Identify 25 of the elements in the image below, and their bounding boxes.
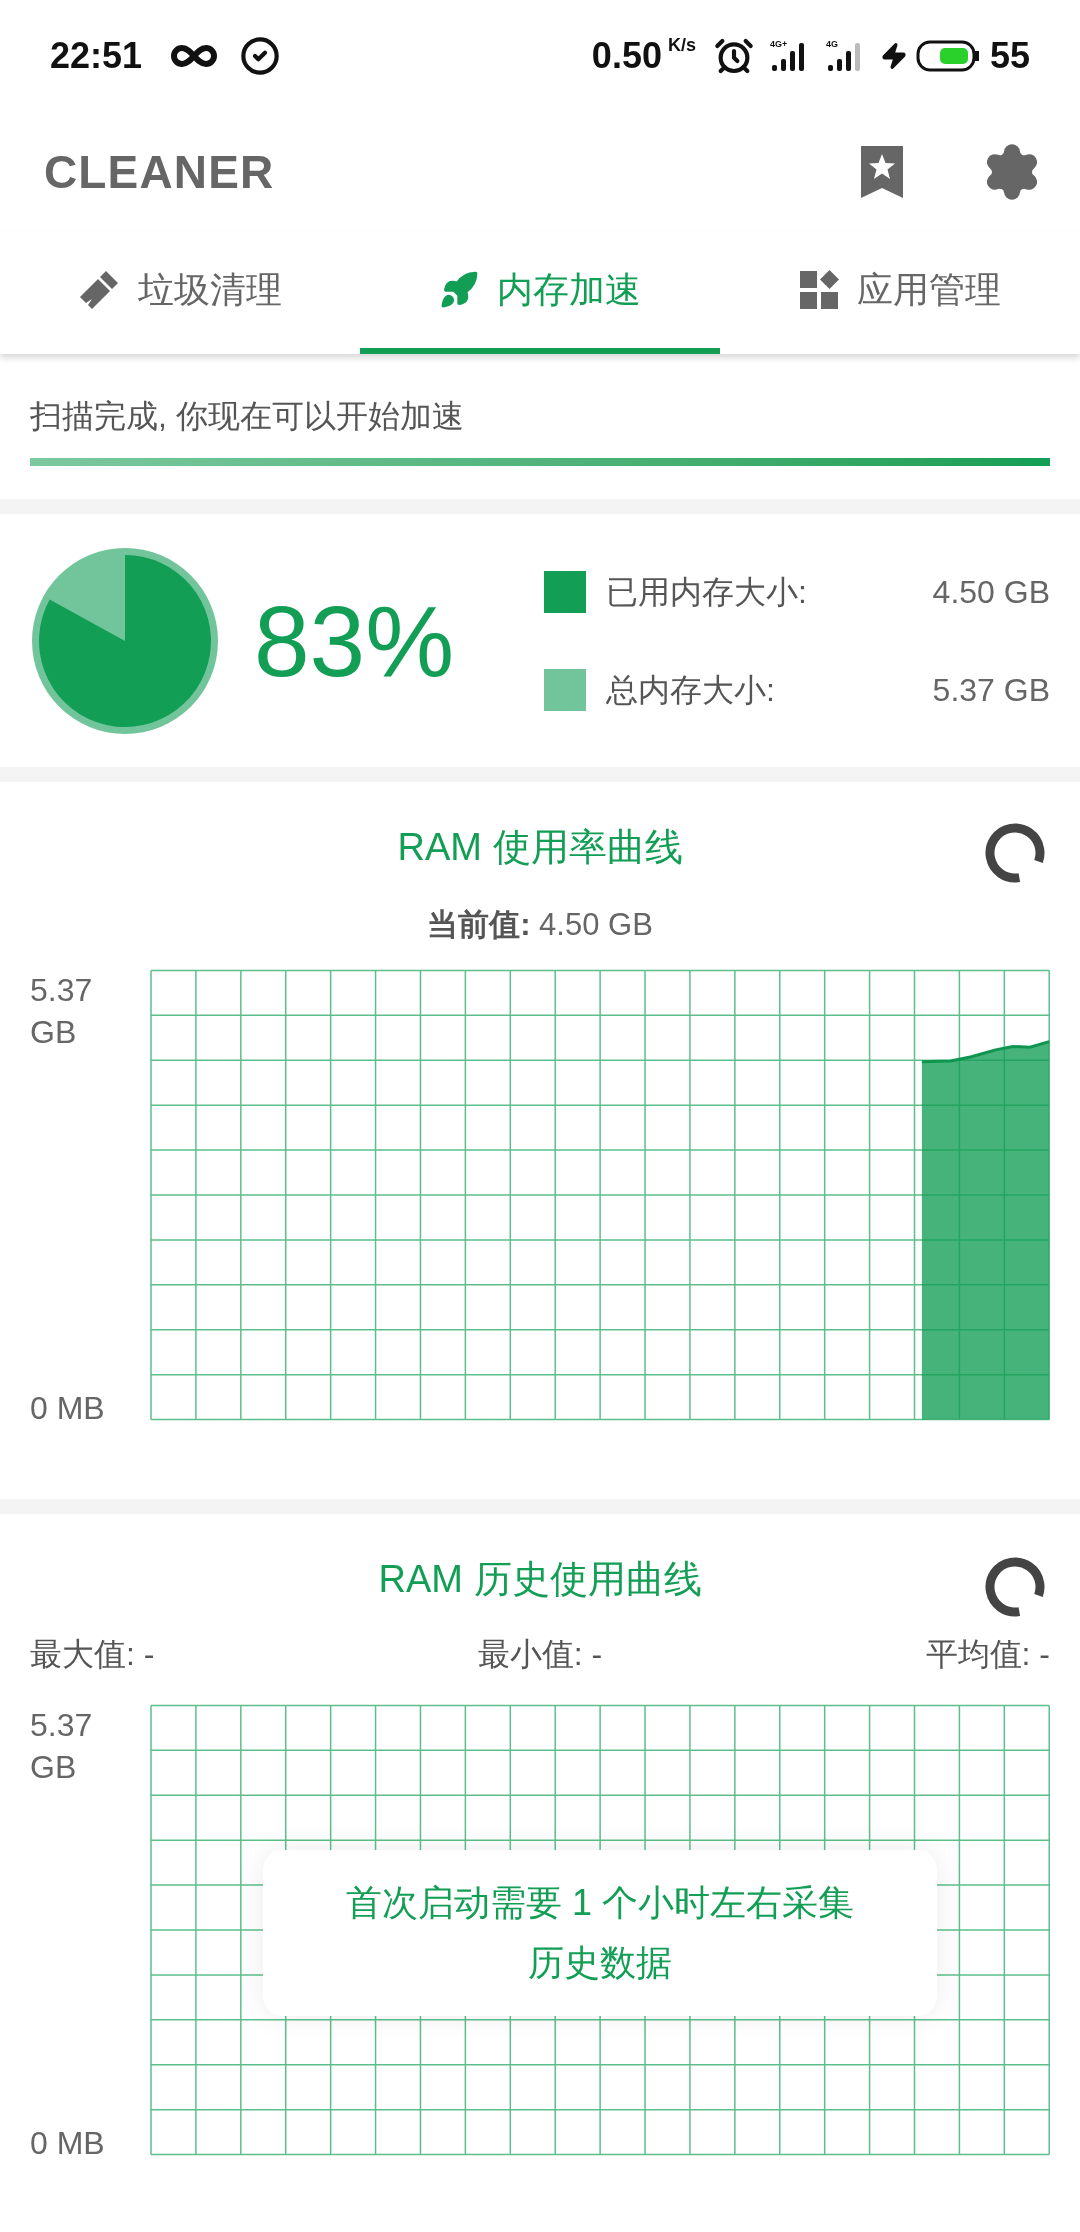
stat-value: 平均值: - [925,1635,1050,1674]
tab[interactable]: 内存加速 [360,232,720,354]
app-title: CLEANER [44,144,275,200]
legend-value: 4.50 GB [932,572,1050,612]
y-axis-label: 0 MB [30,1388,106,1428]
stat-value: 最小值: - [477,1635,603,1674]
current-value: 当前值: 4.50 GB [427,906,653,944]
speed-unit: K/s [667,34,696,57]
battery-level: 55 [989,34,1030,78]
scan-status: 扫描完成, 你现在可以开始加速 [30,397,465,436]
tab[interactable]: 垃圾清理 [0,232,360,354]
legend-label: 已用内存大小: [606,572,808,612]
y-axis-label: 0 MB [30,2124,106,2163]
chart-title: RAM 历史使用曲线 [378,1556,702,1602]
clock: 22:51 [50,34,143,78]
legend-label: 总内存大小: [606,670,776,710]
toast-message: 首次启动需要 1 个小时左右采集历史数据 [345,1881,855,1985]
chart-title: RAM 使用率曲线 [397,824,683,870]
stat-value: 最大值: - [30,1635,155,1674]
memory-percent: 83% [254,590,456,691]
network-speed: 0.50 [591,34,662,78]
tab[interactable]: 应用管理 [720,232,1080,354]
y-axis-label: 5.37 GB [30,1706,94,1787]
y-axis-label: 5.37 GB [30,970,94,1052]
legend-value: 5.37 GB [932,670,1050,710]
